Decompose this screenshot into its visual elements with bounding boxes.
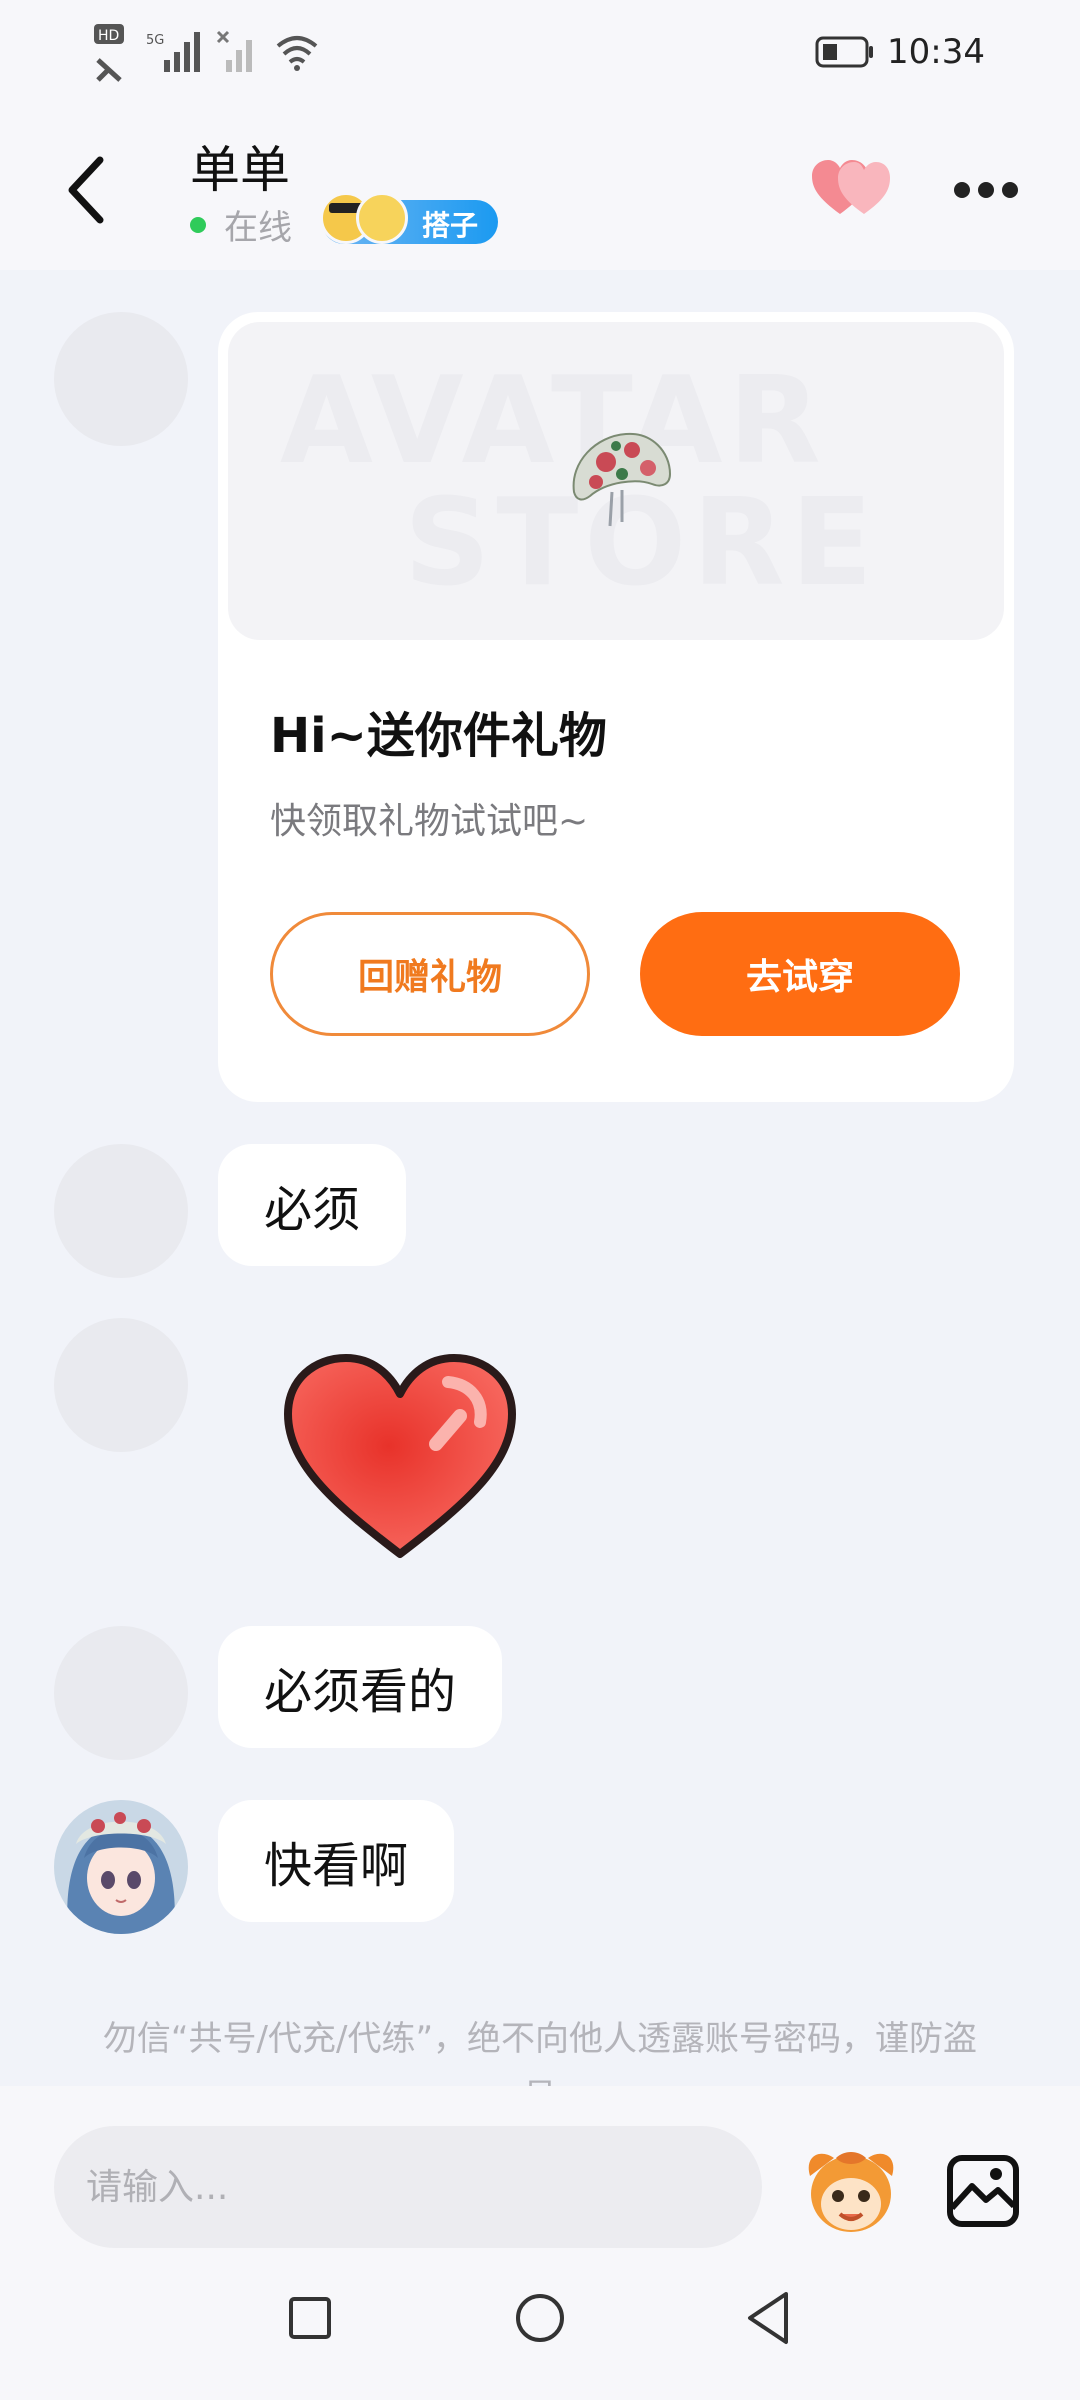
wifi-icon [276,36,318,71]
contact-avatar[interactable] [54,1318,188,1452]
status-bar: HD 5G 10:34 [0,0,1080,110]
anime-avatar-icon [54,1800,188,1934]
cellular-signal-2-icon [216,30,252,72]
circle-icon[interactable] [514,2292,566,2344]
chevron-left-icon[interactable] [60,150,120,230]
badge-label: 搭子 [422,209,479,242]
cellular-signal-icon: 5G [146,32,200,72]
chat-header: 单单 在线 搭子 [0,110,1080,270]
triangle-back-icon[interactable] [744,2290,792,2346]
system-nav-bar [0,2256,1080,2400]
contact-name[interactable]: 单单 [190,130,290,202]
floral-hat-icon [572,432,672,527]
hd-call-icon: HD [94,24,124,82]
red-heart-sticker-icon[interactable] [280,1348,520,1568]
contact-avatar[interactable] [54,312,188,446]
gift-subtitle: 快领取礼物试试吧~ [270,801,589,842]
clock: 10:34 [887,32,985,72]
safety-notice: 勿信“共号/代充/代练”，绝不向他人透露账号密码，谨防盗号 [102,2019,978,2086]
online-dot [190,216,206,233]
watermark-avatar: AVATAR [280,352,827,491]
gift-title: Hi~送你件礼物 [270,708,607,764]
contact-avatar[interactable] [54,1144,188,1278]
gift-card[interactable]: AVATAR STORE Hi~送你件礼物 快领取礼物试试吧~ 回赠礼物 去试穿 [218,312,1014,1102]
contact-avatar[interactable] [54,1626,188,1760]
status-right: 10:34 [815,32,985,72]
battery-icon [815,36,874,68]
online-status: 在线 [224,208,292,248]
message-input[interactable] [54,2126,762,2248]
message-bubble[interactable]: 快看啊 [218,1800,455,1922]
mascot-icon[interactable] [800,2146,902,2236]
image-icon[interactable] [946,2154,1020,2228]
gift-banner: AVATAR STORE [228,322,1004,640]
double-heart-icon[interactable] [810,158,892,218]
message-bubble[interactable]: 必须 [218,1144,407,1266]
more-options-button[interactable] [950,176,1020,202]
star-eyes-emoji-icon [356,192,408,244]
svg-text:5G: 5G [146,33,164,48]
input-bar [0,2086,1080,2256]
my-avatar[interactable] [54,1800,188,1934]
square-icon[interactable] [288,2296,332,2340]
try-on-button[interactable]: 去试穿 [640,912,960,1036]
presence-indicator: 在线 [190,200,292,249]
relationship-badge[interactable]: 搭子 [320,192,498,244]
return-gift-button[interactable]: 回赠礼物 [270,912,590,1036]
status-indicators: HD 5G [92,22,320,82]
svg-text:HD: HD [98,28,119,44]
message-bubble[interactable]: 必须看的 [218,1626,503,1748]
